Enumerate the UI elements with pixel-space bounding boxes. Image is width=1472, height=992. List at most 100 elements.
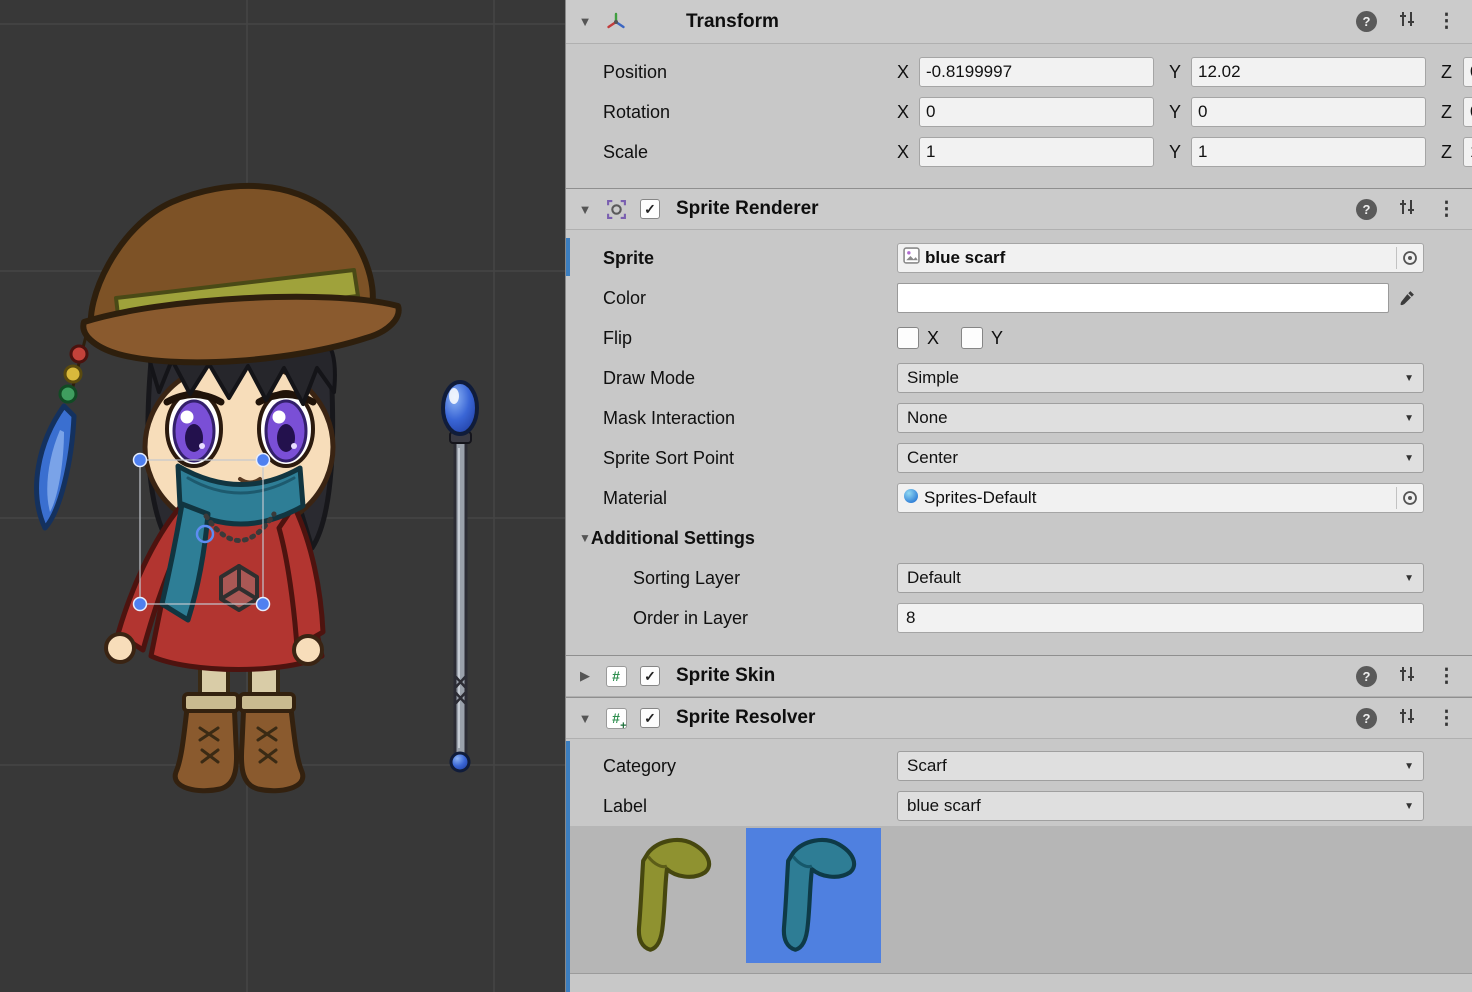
- selection-handle-top-left[interactable]: [134, 454, 147, 467]
- sorting-layer-row: Sorting Layer Default ▼: [566, 558, 1472, 598]
- label-value: blue scarf: [907, 796, 981, 816]
- inspector-panel: ▼ Transform ? ⋮ Position X Y Z: [565, 0, 1472, 992]
- additional-settings-label: Additional Settings: [591, 528, 755, 549]
- eyedropper-icon[interactable]: [1398, 289, 1416, 307]
- kebab-menu-icon[interactable]: ⋮: [1437, 12, 1456, 31]
- label-dropdown[interactable]: blue scarf ▼: [897, 791, 1424, 821]
- position-y-field[interactable]: [1191, 57, 1426, 87]
- order-in-layer-row: Order in Layer: [566, 598, 1472, 638]
- sprite-row: Sprite blue scarf: [566, 238, 1472, 278]
- foldout-icon[interactable]: ▼: [566, 202, 604, 217]
- selection-handle-bottom-right[interactable]: [257, 598, 270, 611]
- sprite-thumbnail-icon: [903, 247, 920, 269]
- scale-x-field[interactable]: [919, 137, 1154, 167]
- draw-mode-dropdown[interactable]: Simple ▼: [897, 363, 1424, 393]
- sprite-renderer-enabled-checkbox[interactable]: ✓: [640, 199, 660, 219]
- sprite-resolver-enabled-checkbox[interactable]: ✓: [640, 708, 660, 728]
- mask-interaction-label: Mask Interaction: [566, 408, 897, 429]
- position-row: Position X Y Z: [566, 52, 1472, 92]
- flip-x-checkbox[interactable]: [897, 327, 919, 349]
- material-object-field[interactable]: Sprites-Default: [897, 483, 1424, 513]
- chevron-down-icon: ▼: [1404, 413, 1414, 424]
- category-row: Category Scarf ▼: [566, 746, 1472, 786]
- sprite-sort-point-row: Sprite Sort Point Center ▼: [566, 438, 1472, 478]
- object-picker-icon[interactable]: [1396, 247, 1418, 269]
- kebab-menu-icon[interactable]: ⋮: [1437, 709, 1456, 728]
- scale-label: Scale: [566, 142, 897, 163]
- position-z-field[interactable]: [1463, 57, 1472, 87]
- sprite-sort-point-dropdown[interactable]: Center ▼: [897, 443, 1424, 473]
- order-in-layer-field[interactable]: [897, 603, 1424, 633]
- color-swatch[interactable]: [897, 283, 1389, 313]
- presets-icon[interactable]: [1397, 706, 1417, 731]
- selection-handle-top-right[interactable]: [257, 454, 270, 467]
- sorting-layer-dropdown[interactable]: Default ▼: [897, 563, 1424, 593]
- order-in-layer-label: Order in Layer: [566, 608, 897, 629]
- foldout-icon[interactable]: ▶: [566, 668, 604, 684]
- scene-view-canvas[interactable]: [0, 0, 565, 992]
- sprite-object-value: blue scarf: [925, 248, 1005, 268]
- kebab-menu-icon[interactable]: ⋮: [1437, 200, 1456, 219]
- axis-y-label[interactable]: Y: [1169, 102, 1191, 123]
- scale-y-field[interactable]: [1191, 137, 1426, 167]
- transform-title: Transform: [686, 11, 779, 33]
- position-x-field[interactable]: [919, 57, 1154, 87]
- category-value: Scarf: [907, 756, 947, 776]
- sprite-skin-enabled-checkbox[interactable]: ✓: [640, 666, 660, 686]
- scale-z-field[interactable]: [1463, 137, 1472, 167]
- right-hand: [294, 636, 322, 664]
- mask-interaction-dropdown[interactable]: None ▼: [897, 403, 1424, 433]
- sprite-skin-header[interactable]: ▶ # ✓ Sprite Skin ? ⋮: [566, 655, 1472, 697]
- draw-mode-row: Draw Mode Simple ▼: [566, 358, 1472, 398]
- help-icon[interactable]: ?: [1356, 666, 1377, 687]
- rotation-x-field[interactable]: [919, 97, 1154, 127]
- axis-z-label[interactable]: Z: [1441, 62, 1463, 83]
- position-label: Position: [566, 62, 897, 83]
- help-icon[interactable]: ?: [1356, 199, 1377, 220]
- flip-y-checkbox[interactable]: [961, 327, 983, 349]
- thumbnail-blue-scarf-selected[interactable]: [746, 828, 881, 963]
- category-dropdown[interactable]: Scarf ▼: [897, 751, 1424, 781]
- presets-icon[interactable]: [1397, 197, 1417, 222]
- rotation-y-field[interactable]: [1191, 97, 1426, 127]
- sprite-label: Sprite: [566, 248, 897, 269]
- material-object-value: Sprites-Default: [924, 488, 1036, 508]
- foldout-icon[interactable]: ▼: [566, 531, 591, 545]
- color-label: Color: [566, 288, 897, 309]
- sprite-object-field[interactable]: blue scarf: [897, 243, 1424, 273]
- axis-z-label[interactable]: Z: [1441, 142, 1463, 163]
- material-label: Material: [566, 488, 897, 509]
- object-picker-icon[interactable]: [1396, 487, 1418, 509]
- kebab-menu-icon[interactable]: ⋮: [1437, 667, 1456, 686]
- additional-settings-row[interactable]: ▼ Additional Settings: [566, 518, 1472, 558]
- selection-handle-bottom-left[interactable]: [134, 598, 147, 611]
- thumbnail-green-scarf[interactable]: [601, 828, 736, 963]
- chevron-down-icon: ▼: [1404, 761, 1414, 772]
- left-hand: [106, 634, 134, 662]
- transform-icon: [604, 10, 628, 34]
- axis-x-label[interactable]: X: [897, 102, 919, 123]
- sprite-resolver-body: Category Scarf ▼ Label blue scarf ▼: [566, 739, 1472, 974]
- presets-icon[interactable]: [1397, 9, 1417, 34]
- help-icon[interactable]: ?: [1356, 708, 1377, 729]
- foldout-icon[interactable]: ▼: [566, 14, 604, 29]
- axis-z-label[interactable]: Z: [1441, 102, 1463, 123]
- presets-icon[interactable]: [1397, 664, 1417, 689]
- mask-interaction-row: Mask Interaction None ▼: [566, 398, 1472, 438]
- axis-y-label[interactable]: Y: [1169, 142, 1191, 163]
- transform-body: Position X Y Z Rotation X Y Z Scale X: [566, 44, 1472, 188]
- transform-header[interactable]: ▼ Transform ? ⋮: [566, 0, 1472, 44]
- axis-y-label[interactable]: Y: [1169, 62, 1191, 83]
- sprite-renderer-header[interactable]: ▼ ✓ Sprite Renderer ? ⋮: [566, 188, 1472, 230]
- sprite-sort-point-label: Sprite Sort Point: [566, 448, 897, 469]
- scene-view[interactable]: [0, 0, 565, 992]
- axis-x-label[interactable]: X: [897, 142, 919, 163]
- override-indicator-sprite: [566, 238, 570, 276]
- sprite-resolver-header[interactable]: ▼ #+ ✓ Sprite Resolver ? ⋮: [566, 697, 1472, 739]
- category-label: Category: [566, 756, 897, 777]
- foldout-icon[interactable]: ▼: [566, 711, 604, 726]
- rotation-z-field[interactable]: [1463, 97, 1472, 127]
- help-icon[interactable]: ?: [1356, 11, 1377, 32]
- rotation-row: Rotation X Y Z: [566, 92, 1472, 132]
- axis-x-label[interactable]: X: [897, 62, 919, 83]
